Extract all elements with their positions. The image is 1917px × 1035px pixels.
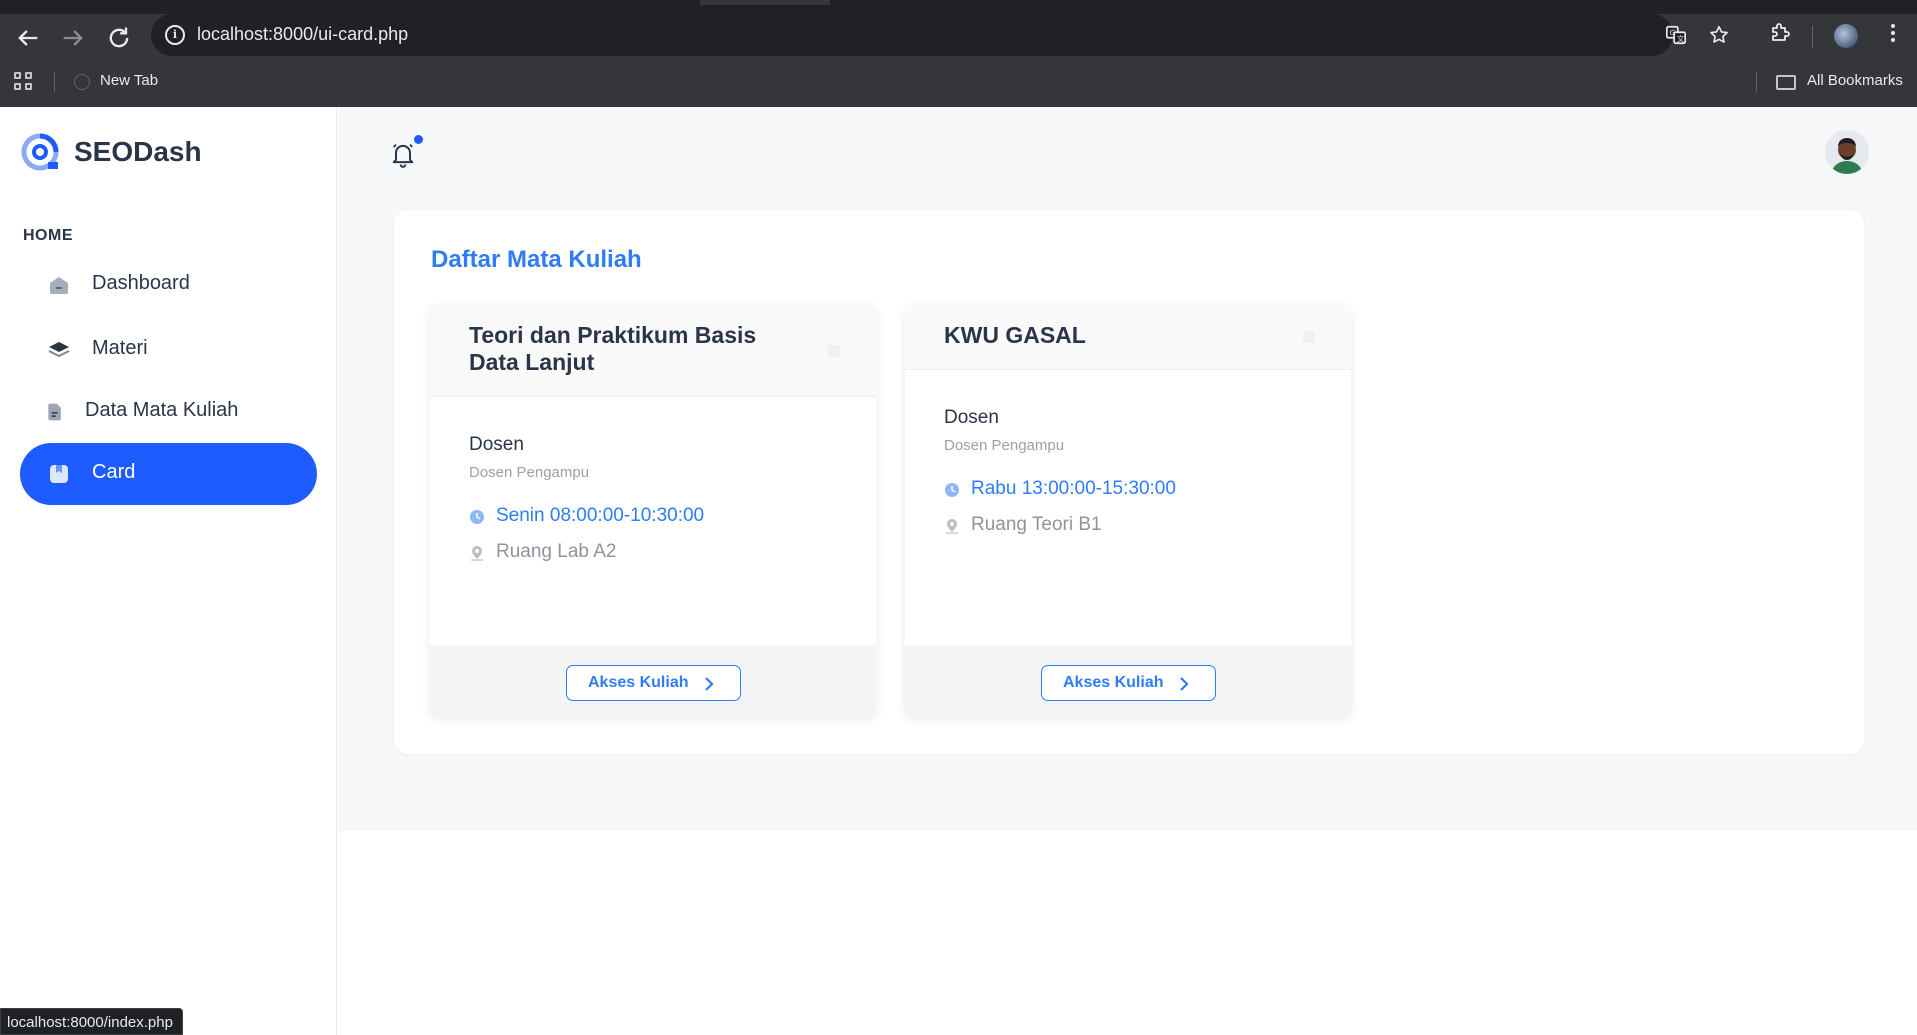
user-avatar[interactable] bbox=[1825, 130, 1869, 174]
room-text: Ruang Lab A2 bbox=[496, 541, 617, 562]
site-info-icon[interactable]: i bbox=[165, 25, 185, 45]
url-text[interactable]: localhost:8000/ui-card.php bbox=[197, 24, 408, 45]
schedule-row: Rabu 13:00:00-15:30:00 bbox=[944, 478, 1176, 502]
chevron-right-icon bbox=[705, 677, 714, 691]
page-title: Daftar Mata Kuliah bbox=[431, 246, 642, 273]
tab-gap bbox=[700, 0, 830, 5]
sidebar-item-label: Card bbox=[92, 461, 136, 483]
brand-name: SEODash bbox=[74, 136, 202, 167]
card-footer: Akses Kuliah bbox=[430, 645, 876, 717]
notification-dot bbox=[414, 135, 423, 144]
globe-icon bbox=[74, 74, 90, 90]
dosen-value: Dosen Pengampu bbox=[944, 437, 1065, 454]
browser-chrome: i localhost:8000/ui-card.php G文 New Tab bbox=[0, 0, 1917, 107]
all-bookmarks-button[interactable]: All Bookmarks bbox=[1807, 72, 1903, 89]
address-bar[interactable]: i localhost:8000/ui-card.php G文 bbox=[151, 14, 1728, 56]
bookmarks-bar: New Tab All Bookmarks bbox=[0, 62, 1917, 107]
schedule-text: Senin 08:00:00-10:30:00 bbox=[496, 505, 705, 526]
course-panel: Daftar Mata Kuliah Teori dan Praktikum B… bbox=[394, 210, 1864, 754]
room-row: Ruang Teori B1 bbox=[944, 514, 1102, 538]
bookmark-card-icon bbox=[50, 465, 68, 483]
card-header: KWU GASAL bbox=[905, 305, 1351, 370]
bell-icon[interactable] bbox=[389, 139, 417, 169]
schedule-row: Senin 08:00:00-10:30:00 bbox=[469, 505, 704, 529]
card-footer: Akses Kuliah bbox=[905, 645, 1351, 717]
dashboard-icon bbox=[50, 277, 68, 294]
akses-kuliah-label: Akses Kuliah bbox=[1063, 674, 1164, 691]
profile-avatar[interactable] bbox=[1834, 24, 1858, 48]
sidebar-item-label: Dashboard bbox=[92, 272, 190, 294]
card-menu-icon bbox=[1303, 331, 1315, 343]
card-body: Dosen Dosen Pengampu Rabu 13:00:00-15:30… bbox=[944, 407, 1176, 538]
card-menu-icon bbox=[828, 345, 840, 357]
room-row: Ruang Lab A2 bbox=[469, 541, 616, 565]
file-icon bbox=[48, 403, 61, 421]
location-icon bbox=[946, 519, 958, 534]
sidebar: SEODash HOME Dashboard Materi Data Mata … bbox=[0, 107, 337, 1035]
forward-icon[interactable] bbox=[59, 24, 87, 52]
sidebar-item-materi[interactable]: Materi bbox=[20, 319, 317, 381]
reload-icon[interactable] bbox=[105, 24, 133, 52]
translate-icon[interactable]: G文 bbox=[1664, 24, 1688, 48]
avatar-image bbox=[1825, 130, 1869, 174]
folder-icon bbox=[1776, 75, 1796, 90]
card-body: Dosen Dosen Pengampu Senin 08:00:00-10:3… bbox=[469, 434, 704, 565]
akses-kuliah-button[interactable]: Akses Kuliah bbox=[1041, 665, 1216, 701]
extensions-icon[interactable] bbox=[1767, 21, 1793, 47]
tab-strip bbox=[0, 0, 1917, 14]
sidebar-item-label: Data Mata Kuliah bbox=[85, 399, 239, 421]
star-icon[interactable] bbox=[1707, 24, 1731, 48]
dosen-label: Dosen bbox=[944, 407, 999, 428]
course-title: Teori dan Praktikum Basis Data Lanjut bbox=[469, 322, 757, 375]
clock-icon bbox=[470, 510, 484, 524]
bookmark-new-tab[interactable]: New Tab bbox=[100, 72, 158, 89]
sidebar-item-card[interactable]: Card bbox=[20, 443, 317, 505]
schedule-text: Rabu 13:00:00-15:30:00 bbox=[971, 478, 1176, 499]
sidebar-item-label: Materi bbox=[92, 337, 148, 359]
course-title: KWU GASAL bbox=[944, 322, 1086, 348]
clock-icon bbox=[945, 483, 959, 497]
chevron-right-icon bbox=[1180, 677, 1189, 691]
svg-text:文: 文 bbox=[1677, 34, 1685, 43]
app: SEODash HOME Dashboard Materi Data Mata … bbox=[0, 107, 1917, 1035]
bookmarks-separator bbox=[54, 72, 55, 92]
menu-icon[interactable] bbox=[1880, 21, 1906, 47]
apps-icon[interactable] bbox=[14, 72, 34, 92]
sidebar-item-dashboard[interactable]: Dashboard bbox=[20, 254, 317, 316]
card-header: Teori dan Praktikum Basis Data Lanjut bbox=[430, 305, 876, 397]
nav-section-caption: HOME bbox=[23, 227, 73, 244]
main-content: Daftar Mata Kuliah Teori dan Praktikum B… bbox=[338, 107, 1917, 831]
status-url-tooltip: localhost:8000/index.php bbox=[0, 1008, 183, 1035]
course-card: Teori dan Praktikum Basis Data Lanjut Do… bbox=[430, 305, 876, 717]
sidebar-item-data-mata-kuliah[interactable]: Data Mata Kuliah bbox=[20, 381, 317, 443]
course-card: KWU GASAL Dosen Dosen Pengampu Rabu 13:0… bbox=[905, 305, 1351, 717]
layers-icon bbox=[48, 342, 70, 358]
back-icon[interactable] bbox=[14, 24, 42, 52]
browser-toolbar: i localhost:8000/ui-card.php G文 bbox=[0, 14, 1917, 62]
akses-kuliah-label: Akses Kuliah bbox=[588, 674, 689, 691]
akses-kuliah-button[interactable]: Akses Kuliah bbox=[566, 665, 741, 701]
svg-text:G: G bbox=[1670, 28, 1676, 37]
toolbar-separator bbox=[1812, 26, 1813, 48]
location-icon bbox=[471, 546, 483, 561]
bookmarks-separator-right bbox=[1756, 72, 1757, 92]
dosen-value: Dosen Pengampu bbox=[469, 464, 590, 481]
room-text: Ruang Teori B1 bbox=[971, 514, 1102, 535]
brand-logo-icon bbox=[21, 133, 59, 171]
dosen-label: Dosen bbox=[469, 434, 524, 455]
